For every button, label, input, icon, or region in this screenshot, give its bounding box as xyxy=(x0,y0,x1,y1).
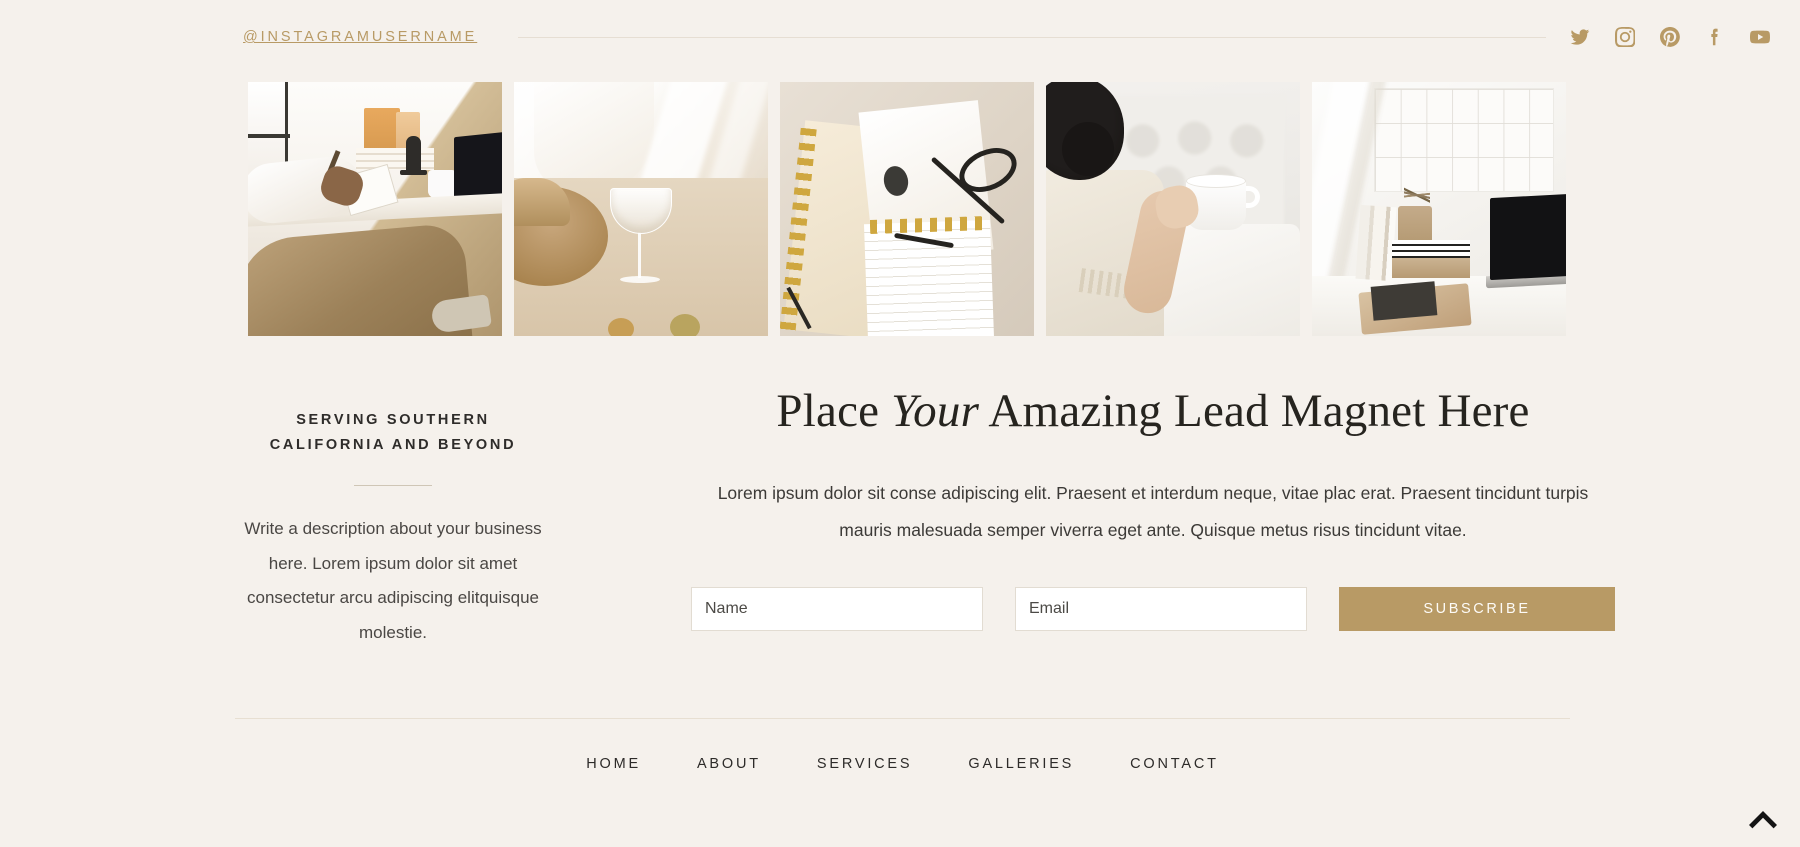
footer-nav-home[interactable]: HOME xyxy=(586,756,641,772)
gallery-photo-hat-glass xyxy=(514,82,768,336)
youtube-icon[interactable] xyxy=(1750,27,1771,47)
footer-divider xyxy=(235,718,1570,719)
serving-area-eyebrow: SERVING SOUTHERN CALIFORNIA AND BEYOND xyxy=(269,412,517,454)
lead-magnet-section: SERVING SOUTHERN CALIFORNIA AND BEYOND W… xyxy=(243,380,1615,652)
header-divider xyxy=(518,36,1547,38)
gallery-photo-white-desk xyxy=(1312,82,1566,336)
business-description: Write a description about your business … xyxy=(244,518,542,643)
page-title: Place Your Amazing Lead Magnet Here xyxy=(691,384,1615,439)
twitter-icon[interactable] xyxy=(1570,27,1590,47)
gallery-photo-desk-writing xyxy=(248,82,502,336)
instagram-gallery xyxy=(248,82,1566,336)
name-input[interactable] xyxy=(691,586,983,631)
footer-nav-contact[interactable]: CONTACT xyxy=(1130,756,1219,772)
gallery-item[interactable] xyxy=(1046,82,1300,336)
footer-navigation: HOME ABOUT SERVICES GALLERIES CONTACT xyxy=(235,756,1570,772)
gallery-photo-notebooks-glasses xyxy=(780,82,1034,336)
left-info-column: SERVING SOUTHERN CALIFORNIA AND BEYOND W… xyxy=(243,380,543,651)
subscribe-form: SUBSCRIBE xyxy=(691,586,1615,631)
instagram-icon[interactable] xyxy=(1615,27,1636,47)
footer-nav-about[interactable]: ABOUT xyxy=(697,756,761,772)
lead-magnet-body: Lorem ipsum dolor sit conse adipiscing e… xyxy=(717,483,1589,541)
page-root: @INSTAGRAMUSERNAME SERVING SOUTHERN CALI… xyxy=(0,0,1800,847)
facebook-icon[interactable] xyxy=(1705,27,1725,47)
pinterest-icon[interactable] xyxy=(1660,27,1681,47)
gallery-item[interactable] xyxy=(514,82,768,336)
footer-nav-galleries[interactable]: GALLERIES xyxy=(968,756,1074,772)
headline-part-2: Amazing Lead Magnet Here xyxy=(979,385,1530,437)
instagram-handle-link[interactable]: @INSTAGRAMUSERNAME xyxy=(243,29,477,45)
headline-part-1: Place xyxy=(776,385,892,437)
gallery-photo-woman-mug xyxy=(1046,82,1300,336)
back-to-top-button[interactable] xyxy=(1748,807,1778,829)
email-input[interactable] xyxy=(1015,586,1307,631)
headline-emphasis: Your xyxy=(891,385,980,437)
instagram-bar: @INSTAGRAMUSERNAME xyxy=(243,22,1800,52)
footer-nav-services[interactable]: SERVICES xyxy=(817,756,912,772)
gallery-item[interactable] xyxy=(1312,82,1566,336)
gallery-item[interactable] xyxy=(780,82,1034,336)
eyebrow-divider xyxy=(354,484,432,486)
chevron-up-icon xyxy=(1748,807,1778,829)
gallery-item[interactable] xyxy=(248,82,502,336)
social-icon-list xyxy=(1570,27,1771,47)
subscribe-button[interactable]: SUBSCRIBE xyxy=(1339,586,1615,631)
lead-magnet-column: Place Your Amazing Lead Magnet Here Lore… xyxy=(635,380,1615,631)
